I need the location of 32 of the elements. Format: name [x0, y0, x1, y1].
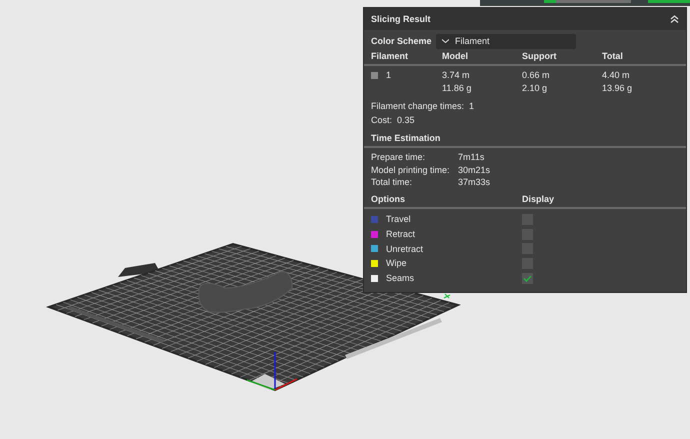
- time-label: Model printing time:: [371, 164, 451, 176]
- column-header: Support: [522, 50, 558, 62]
- color-scheme-label: Color Scheme: [371, 34, 433, 48]
- column-header: Options: [371, 192, 406, 206]
- plate-label-drawing: [443, 293, 451, 299]
- collapse-icon[interactable]: [670, 15, 679, 23]
- option-label: Seams: [385, 272, 416, 284]
- panel-title: Slicing Result: [371, 12, 431, 26]
- column-header: Total: [602, 50, 623, 62]
- color-scheme-dropdown[interactable]: Filament: [436, 34, 576, 48]
- table-cell-text: 0.66 m 2.10 g: [522, 69, 551, 94]
- table-cell: 4.40 m 13.96 g: [602, 69, 632, 94]
- section-title: Time Estimation: [371, 132, 442, 144]
- table-cell-text: 3.74 m 11.86 g: [442, 69, 472, 94]
- option-label: Retract: [385, 228, 416, 240]
- time-value: 30m21s: [458, 164, 490, 176]
- caret-icon: [442, 39, 449, 43]
- time-label: Total time:: [371, 176, 414, 189]
- summary-text: Cost: 0.35: [371, 114, 416, 126]
- table-cell: 1: [386, 69, 392, 82]
- option-label: Travel: [385, 213, 412, 226]
- time-label: Prepare time:: [371, 151, 426, 164]
- summary-text: Filament change times: 1: [371, 100, 476, 113]
- axes-drawing: [246, 352, 298, 391]
- column-header: Display: [522, 192, 554, 206]
- column-header: Model: [442, 50, 469, 62]
- option-label: Wipe: [385, 257, 408, 270]
- display-checkbox[interactable]: [522, 272, 533, 284]
- option-label: Unretract: [385, 242, 424, 255]
- column-header: Filament: [371, 50, 410, 62]
- time-value: 7m11s: [458, 151, 484, 164]
- time-value: 37m33s: [458, 176, 490, 189]
